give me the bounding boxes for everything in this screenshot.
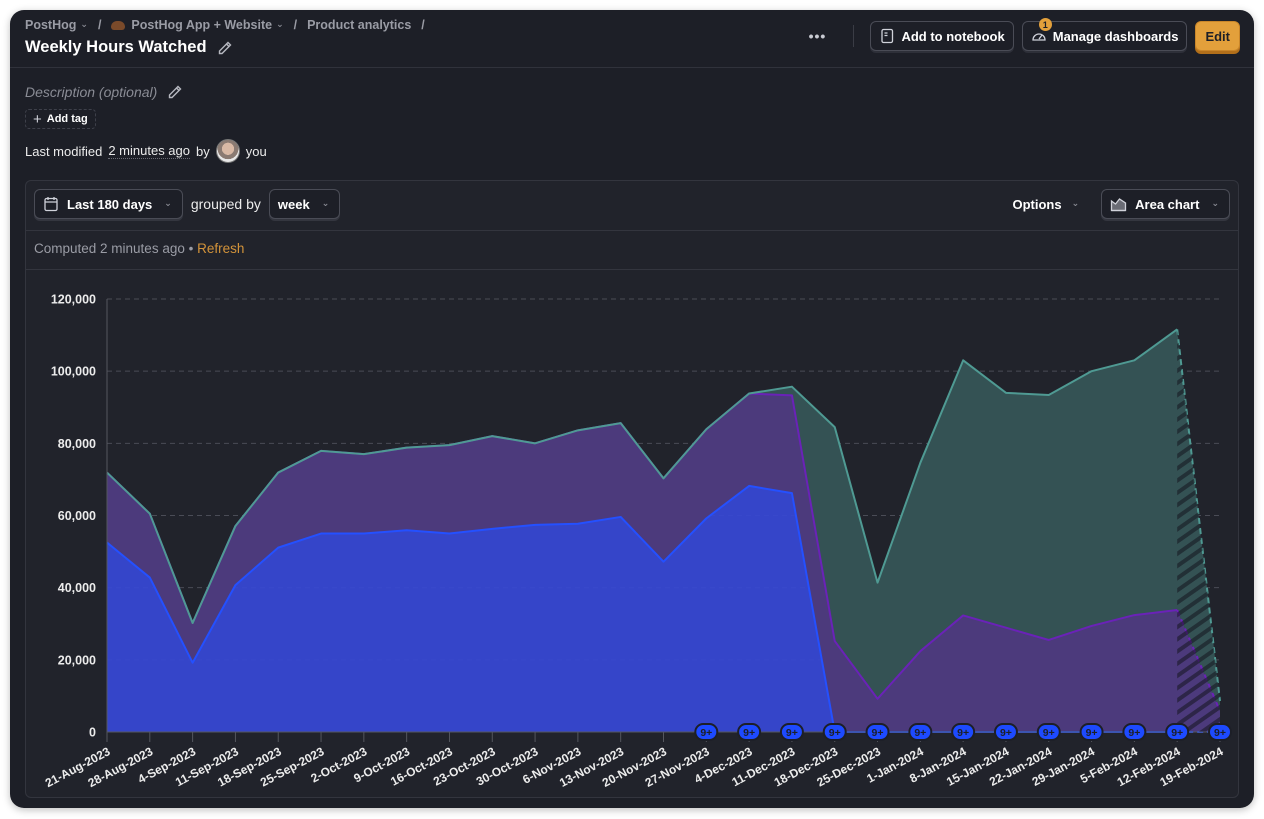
computed-status: Computed 2 minutes ago • Refresh	[34, 241, 245, 256]
chart-container: 9+ 9+ 9+ 9+ 9+ 9+ 9+ 9+ 9+ 9+ 9+ 9+ 9+ 0 20,000 40,000…	[26, 271, 1238, 797]
chevron-down-icon: ⌄	[1211, 197, 1219, 208]
add-tag-button[interactable]: + Add tag	[25, 109, 96, 129]
date-range-select[interactable]: Last 180 days ⌄	[34, 189, 183, 219]
breadcrumb-separator: /	[421, 18, 425, 32]
edit-description-pencil-icon[interactable]	[167, 84, 183, 100]
calendar-icon	[44, 197, 58, 212]
add-to-notebook-button[interactable]: Add to notebook	[870, 21, 1014, 51]
area-chart-icon	[1110, 198, 1127, 212]
annotation-marker-label: 9+	[1128, 727, 1140, 739]
notebook-icon	[881, 28, 894, 44]
interval-select[interactable]: week ⌄	[268, 189, 341, 219]
manage-dashboards-button[interactable]: 1 Manage dashboards	[1021, 18, 1188, 51]
annotation-marker-label: 9+	[1214, 727, 1226, 739]
breadcrumb-project[interactable]: PostHog App + Website ⌄	[111, 18, 284, 32]
annotation-marker-label: 9+	[829, 727, 841, 739]
page-title: Weekly Hours Watched	[25, 38, 207, 56]
breadcrumb: PostHog ⌄ / PostHog App + Website ⌄ / Pr…	[25, 18, 429, 32]
breadcrumb-product-analytics[interactable]: Product analytics	[307, 18, 411, 32]
chevron-down-icon: ⌄	[164, 197, 172, 208]
top-bar: PostHog ⌄ / PostHog App + Website ⌄ / Pr…	[10, 10, 1254, 68]
breadcrumb-separator: /	[293, 18, 298, 32]
annotation-marker-label: 9+	[1171, 727, 1183, 739]
avatar	[215, 139, 240, 163]
chevron-down-icon: ⌄	[321, 197, 330, 208]
hedgehog-icon	[111, 20, 126, 30]
last-modified: Last modified 2 minutes ago by you	[25, 139, 267, 163]
incomplete-period-hatch	[1177, 329, 1220, 732]
description-field[interactable]: Description (optional)	[25, 84, 157, 100]
breadcrumb-organization[interactable]: PostHog ⌄	[25, 18, 88, 32]
divider	[26, 269, 1238, 270]
annotation-marker-label: 9+	[1043, 727, 1055, 739]
app-window: PostHog ⌄ / PostHog App + Website ⌄ / Pr…	[10, 10, 1254, 808]
insight-toolbar: Last 180 days ⌄ grouped by week ⌄ Option…	[26, 181, 1238, 231]
y-tick-label: 0	[89, 726, 96, 740]
modified-time: 2 minutes ago	[108, 143, 190, 159]
modified-by-user: you	[245, 143, 267, 159]
area-chart[interactable]: 9+ 9+ 9+ 9+ 9+ 9+ 9+ 9+ 9+ 9+ 9+ 9+ 9+ 0 20,000 40,000…	[26, 271, 1238, 797]
edit-button[interactable]: Edit	[1195, 21, 1240, 51]
more-options-button[interactable]: •••	[797, 21, 837, 51]
annotation-marker-label: 9+	[914, 727, 926, 739]
chevron-down-icon: ⌄	[276, 18, 284, 29]
y-tick-label: 100,000	[51, 365, 96, 379]
chevron-down-icon: ⌄	[1071, 197, 1080, 208]
chart-type-select[interactable]: Area chart ⌄	[1101, 189, 1230, 219]
annotation-marker-label: 9+	[1000, 727, 1012, 739]
edit-title-pencil-icon[interactable]	[217, 40, 233, 56]
refresh-link[interactable]: Refresh	[197, 241, 244, 256]
breadcrumb-separator: /	[97, 18, 102, 32]
annotation-marker-label: 9+	[743, 727, 755, 739]
annotation-marker-label: 9+	[872, 727, 884, 739]
annotation-marker-label: 9+	[1086, 727, 1098, 739]
y-tick-label: 120,000	[51, 293, 96, 307]
y-tick-label: 40,000	[58, 581, 96, 595]
y-tick-label: 20,000	[58, 653, 96, 667]
chevron-down-icon: ⌄	[80, 18, 88, 29]
annotation-marker-label: 9+	[957, 727, 969, 739]
insight-meta: Description (optional) + Add tag Last mo…	[25, 84, 267, 163]
annotation-marker-label: 9+	[786, 727, 798, 739]
y-tick-label: 60,000	[58, 509, 96, 523]
annotation-marker-label: 9+	[700, 727, 712, 739]
insight-card: Last 180 days ⌄ grouped by week ⌄ Option…	[25, 180, 1239, 798]
grouped-by-label: grouped by	[190, 196, 261, 212]
notification-badge: 1	[1038, 18, 1052, 31]
plus-icon: +	[33, 110, 42, 128]
options-button[interactable]: Options ⌄	[1004, 189, 1087, 219]
divider	[853, 25, 855, 47]
y-tick-label: 80,000	[58, 437, 96, 451]
